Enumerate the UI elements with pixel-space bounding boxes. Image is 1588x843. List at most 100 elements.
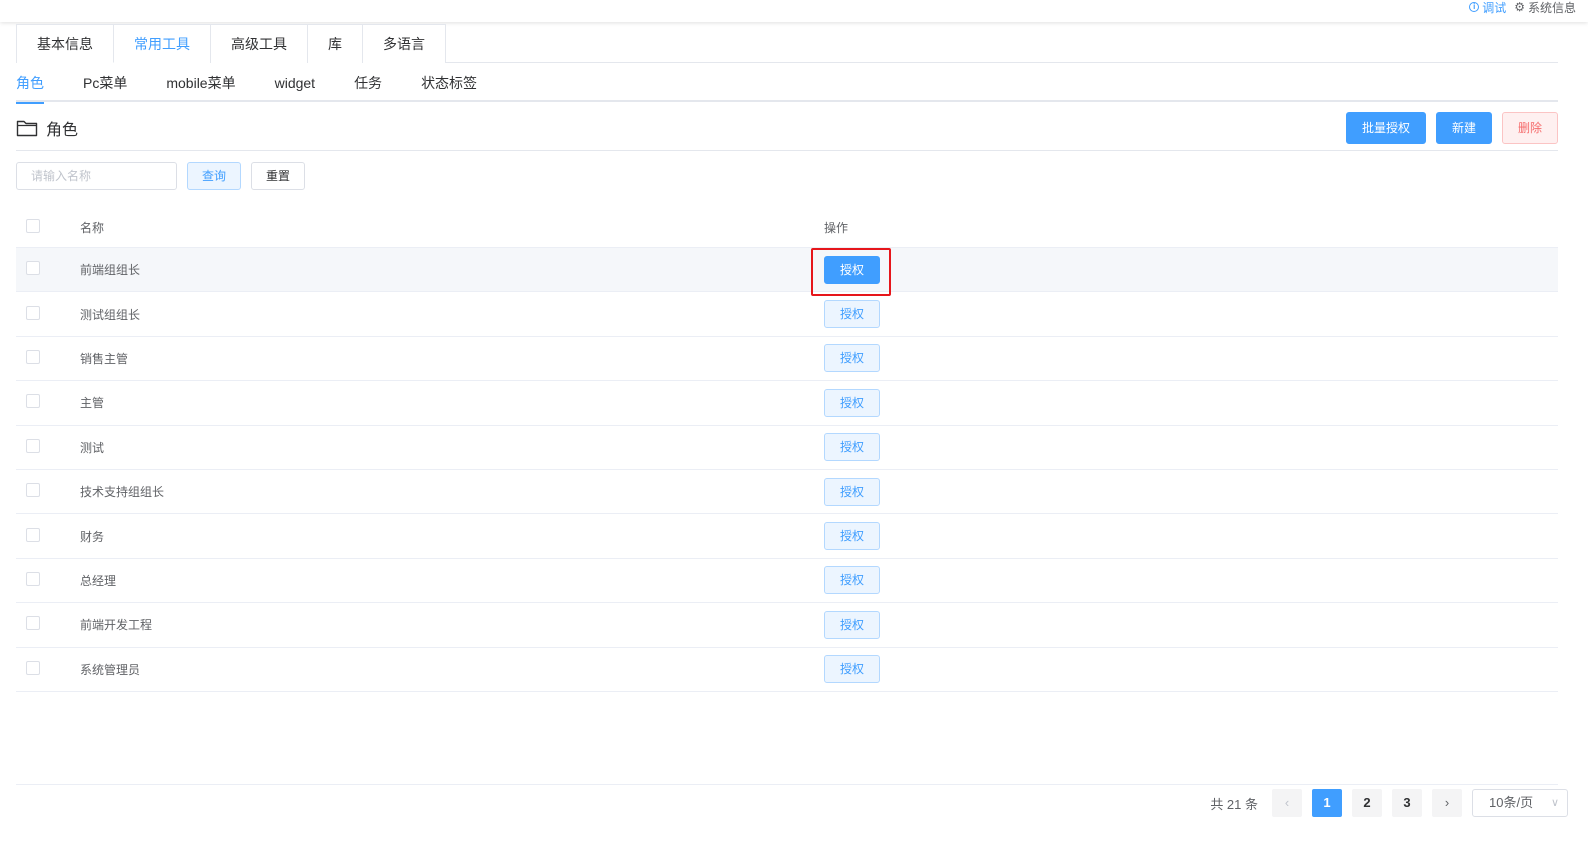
tab-common-tools[interactable]: 常用工具 (113, 24, 210, 63)
row-check-cell (16, 527, 80, 545)
search-bar: 查询 重置 (16, 162, 306, 190)
page-button[interactable]: 2 (1352, 789, 1382, 817)
header-buttons: 批量授权 新建 删除 (1345, 112, 1558, 144)
subtab-status-tags[interactable]: 状态标签 (421, 64, 477, 102)
row-checkbox[interactable] (26, 527, 40, 542)
page-button[interactable]: 3 (1392, 789, 1422, 817)
table-row: 财务 授权 (16, 514, 1558, 559)
tab-multilanguage[interactable]: 多语言 (362, 24, 446, 63)
tab-library[interactable]: 库 (307, 24, 362, 63)
row-check-cell (16, 305, 80, 323)
row-op-cell: 授权 (824, 255, 1558, 284)
next-page-button[interactable]: › (1432, 789, 1462, 817)
table-row: 主管 授权 (16, 381, 1558, 426)
row-op-cell: 授权 (824, 522, 1558, 551)
subtab-task[interactable]: 任务 (354, 64, 382, 102)
row-op-cell: 授权 (824, 433, 1558, 462)
table-row: 前端组组长 授权 (16, 248, 1558, 293)
row-checkbox[interactable] (26, 616, 40, 631)
row-checkbox[interactable] (26, 349, 40, 364)
delete-button[interactable]: 删除 (1501, 112, 1558, 144)
row-name: 财务 (80, 529, 105, 544)
authorize-button[interactable]: 授权 (824, 477, 880, 506)
row-check-cell (16, 571, 80, 589)
row-op-cell: 授权 (824, 344, 1558, 373)
debug-label: 调试 (1482, 0, 1507, 15)
table-row: 总经理 授权 (16, 559, 1558, 604)
page-header: 角色 批量授权 新建 删除 (16, 104, 1558, 151)
row-check-cell (16, 616, 80, 633)
column-name-header: 名称 (80, 221, 105, 235)
table-row: 前端开发工程 授权 (16, 603, 1558, 648)
row-op-cell: 授权 (824, 477, 1558, 506)
sub-tabs: 角色 Pc菜单 mobile菜单 widget 任务 状态标签 (16, 64, 1558, 104)
row-check-cell (16, 660, 80, 678)
header-check-cell (16, 219, 80, 236)
table-row: 测试组组长 授权 (16, 292, 1558, 337)
row-checkbox[interactable] (26, 660, 40, 675)
authorize-button[interactable]: 授权 (824, 433, 880, 462)
chevron-down-icon: ∨ (1550, 797, 1559, 809)
select-all-checkbox[interactable] (26, 219, 40, 233)
authorize-button[interactable]: 授权 (824, 388, 880, 417)
row-check-cell (16, 483, 80, 500)
row-checkbox[interactable] (26, 571, 40, 586)
page-button[interactable]: 1 (1312, 789, 1342, 817)
system-info-label: 系统信息 (1527, 0, 1576, 15)
row-check-cell (16, 438, 80, 456)
divider (16, 784, 1558, 785)
query-button[interactable]: 查询 (187, 162, 242, 190)
create-button[interactable]: 新建 (1435, 112, 1492, 144)
row-name: 总经理 (80, 573, 117, 588)
row-op-cell: 授权 (824, 655, 1558, 684)
pagination-total: 共 21 条 (1210, 796, 1258, 812)
roles-table: 名称 操作 前端组组长 授权 测试组组长 授权 销售主管 授权 主管 授权 测试… (16, 208, 1558, 692)
row-name: 前端组组长 (80, 263, 141, 278)
row-checkbox[interactable] (26, 261, 40, 276)
folder-icon (16, 120, 38, 137)
page-size-select[interactable]: 10条/页 ∨ (1472, 789, 1568, 817)
row-check-cell (16, 349, 80, 367)
pagination: 共 21 条 ‹ 1 2 3 › 10条/页 ∨ (1210, 789, 1568, 817)
info-icon: i (1469, 2, 1480, 12)
authorize-button[interactable]: 授权 (824, 300, 880, 329)
system-info-link[interactable]: ⚙ 系统信息 (1514, 0, 1576, 16)
row-name: 前端开发工程 (80, 618, 153, 633)
row-checkbox[interactable] (26, 394, 40, 409)
table-row: 销售主管 授权 (16, 337, 1558, 382)
row-name: 技术支持组组长 (80, 485, 165, 500)
subtab-role[interactable]: 角色 (16, 64, 44, 104)
tab-advanced-tools[interactable]: 高级工具 (210, 24, 307, 63)
subtab-mobile-menu[interactable]: mobile菜单 (166, 64, 235, 102)
authorize-button[interactable]: 授权 (824, 610, 880, 639)
main-tabs: 基本信息 常用工具 高级工具 库 多语言 (16, 24, 1558, 63)
row-name: 销售主管 (80, 351, 129, 366)
row-op-cell: 授权 (824, 566, 1558, 595)
row-checkbox[interactable] (26, 438, 40, 453)
subtab-pc-menu[interactable]: Pc菜单 (83, 64, 127, 102)
page-title-wrap: 角色 (16, 116, 78, 140)
authorize-button[interactable]: 授权 (824, 344, 880, 373)
name-search-input[interactable] (16, 162, 177, 190)
tab-basic-info[interactable]: 基本信息 (16, 24, 113, 63)
reset-button[interactable]: 重置 (251, 162, 306, 190)
row-check-cell (16, 394, 80, 411)
row-name: 系统管理员 (80, 662, 141, 677)
row-checkbox[interactable] (26, 483, 40, 498)
prev-page-button[interactable]: ‹ (1272, 789, 1302, 817)
row-checkbox[interactable] (26, 305, 40, 320)
page-size-value: 10条/页 (1489, 795, 1534, 810)
table-row: 技术支持组组长 授权 (16, 470, 1558, 515)
authorize-button[interactable]: 授权 (824, 655, 880, 684)
authorize-button[interactable]: 授权 (824, 522, 880, 551)
table-row: 系统管理员 授权 (16, 648, 1558, 692)
debug-link[interactable]: i 调试 (1469, 0, 1506, 16)
authorize-button[interactable]: 授权 (824, 255, 880, 284)
row-name: 测试 (80, 440, 105, 455)
authorize-button[interactable]: 授权 (824, 566, 880, 595)
batch-authorize-button[interactable]: 批量授权 (1345, 112, 1426, 144)
row-check-cell (16, 261, 80, 278)
row-op-cell: 授权 (824, 388, 1558, 417)
row-op-cell: 授权 (824, 610, 1558, 639)
subtab-widget[interactable]: widget (275, 64, 315, 102)
